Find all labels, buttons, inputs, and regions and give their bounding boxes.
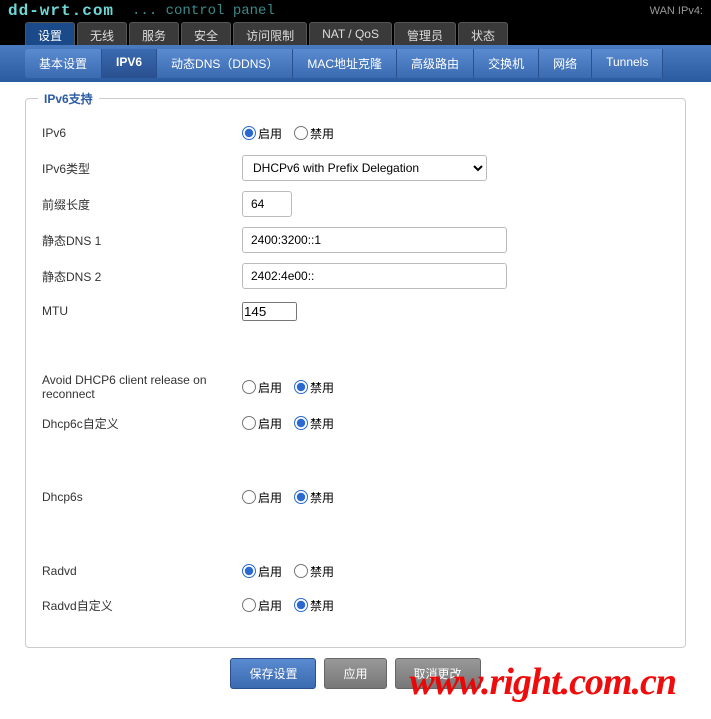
- wan-ip-label: WAN IPv4:: [650, 5, 703, 17]
- ipv6-radio-group: 启用禁用: [242, 125, 342, 142]
- radvd_custom-enable-radio[interactable]: [242, 598, 256, 612]
- ipv6-disable-option[interactable]: 禁用: [294, 125, 334, 142]
- main-tab-4[interactable]: 访问限制: [233, 22, 307, 45]
- avoid-release-radio-group: 启用禁用: [242, 379, 342, 396]
- prefix-length-input[interactable]: [242, 191, 292, 217]
- main-tab-1[interactable]: 无线: [77, 22, 127, 45]
- ipv6-enable-option[interactable]: 启用: [242, 125, 282, 142]
- dhcp6c-custom-label: Dhcp6c自定义: [42, 415, 242, 432]
- radvd-disable-radio[interactable]: [294, 564, 308, 578]
- avoid_release-disable-radio[interactable]: [294, 380, 308, 394]
- header: dd-wrt.com ... control panel WAN IPv4:: [0, 0, 711, 22]
- ipv6-disable-radio[interactable]: [294, 126, 308, 140]
- dns2-input[interactable]: [242, 263, 507, 289]
- ipv6-enable-radio[interactable]: [242, 126, 256, 140]
- main-tab-5[interactable]: NAT / QoS: [309, 22, 392, 45]
- avoid_release-disable-option[interactable]: 禁用: [294, 379, 334, 396]
- dhcp6c_custom-disable-option[interactable]: 禁用: [294, 415, 334, 432]
- mtu-input[interactable]: [242, 302, 297, 321]
- radvd-label: Radvd: [42, 564, 242, 578]
- ipv6-type-label: IPv6类型: [42, 160, 242, 177]
- avoid_release-enable-option[interactable]: 启用: [242, 379, 282, 396]
- sub-tab-7[interactable]: Tunnels: [592, 49, 663, 78]
- dhcp6c_custom-disable-radio[interactable]: [294, 416, 308, 430]
- main-tabs: 设置无线服务安全访问限制NAT / QoS管理员状态: [0, 22, 711, 45]
- prefix-length-label: 前缀长度: [42, 196, 242, 213]
- radvd-disable-option[interactable]: 禁用: [294, 563, 334, 580]
- main-tab-0[interactable]: 设置: [25, 22, 75, 45]
- apply-button[interactable]: 应用: [324, 658, 386, 689]
- dhcp6c-custom-radio-group: 启用禁用: [242, 415, 342, 432]
- main-tab-6[interactable]: 管理员: [394, 22, 456, 45]
- radvd-enable-option[interactable]: 启用: [242, 563, 282, 580]
- ipv6-label: IPv6: [42, 126, 242, 140]
- sub-tab-3[interactable]: MAC地址克隆: [293, 49, 397, 78]
- dhcp6c_custom-enable-option[interactable]: 启用: [242, 415, 282, 432]
- sub-tab-0[interactable]: 基本设置: [25, 49, 102, 78]
- ipv6-type-select[interactable]: DHCPv6 with Prefix Delegation: [242, 155, 487, 181]
- main-tab-3[interactable]: 安全: [181, 22, 231, 45]
- sub-tab-2[interactable]: 动态DNS（DDNS）: [157, 49, 293, 78]
- dhcp6s-radio-group: 启用禁用: [242, 489, 342, 506]
- main-tab-7[interactable]: 状态: [458, 22, 508, 45]
- fieldset-legend: IPv6支持: [38, 90, 99, 107]
- avoid-release-label: Avoid DHCP6 client release on reconnect: [42, 373, 242, 401]
- dns1-label: 静态DNS 1: [42, 232, 242, 249]
- dhcp6s-disable-radio[interactable]: [294, 490, 308, 504]
- dhcp6s-enable-option[interactable]: 启用: [242, 489, 282, 506]
- dhcp6s-disable-option[interactable]: 禁用: [294, 489, 334, 506]
- dhcp6c_custom-enable-radio[interactable]: [242, 416, 256, 430]
- dns2-label: 静态DNS 2: [42, 268, 242, 285]
- radvd-radio-group: 启用禁用: [242, 563, 342, 580]
- cancel-button[interactable]: 取消更改: [395, 658, 481, 689]
- mtu-label: MTU: [42, 304, 242, 318]
- save-button[interactable]: 保存设置: [230, 658, 316, 689]
- sub-tab-6[interactable]: 网络: [539, 49, 592, 78]
- main-tab-2[interactable]: 服务: [129, 22, 179, 45]
- logo: dd-wrt.com: [8, 2, 114, 20]
- logo-subtitle: ... control panel: [132, 3, 275, 19]
- radvd-enable-radio[interactable]: [242, 564, 256, 578]
- footer-buttons: 保存设置 应用 取消更改 www.right.com.cn: [25, 648, 686, 699]
- sub-tab-1[interactable]: IPV6: [102, 49, 157, 78]
- dhcp6s-enable-radio[interactable]: [242, 490, 256, 504]
- sub-tab-4[interactable]: 高级路由: [397, 49, 474, 78]
- sub-tab-5[interactable]: 交换机: [474, 49, 539, 78]
- radvd_custom-disable-radio[interactable]: [294, 598, 308, 612]
- sub-tabs: 基本设置IPV6动态DNS（DDNS）MAC地址克隆高级路由交换机网络Tunne…: [0, 45, 711, 82]
- avoid_release-enable-radio[interactable]: [242, 380, 256, 394]
- ipv6-fieldset: IPv6支持 IPv6 启用禁用 IPv6类型 DHCPv6 with Pref…: [25, 98, 686, 648]
- dns1-input[interactable]: [242, 227, 507, 253]
- dhcp6s-label: Dhcp6s: [42, 490, 242, 504]
